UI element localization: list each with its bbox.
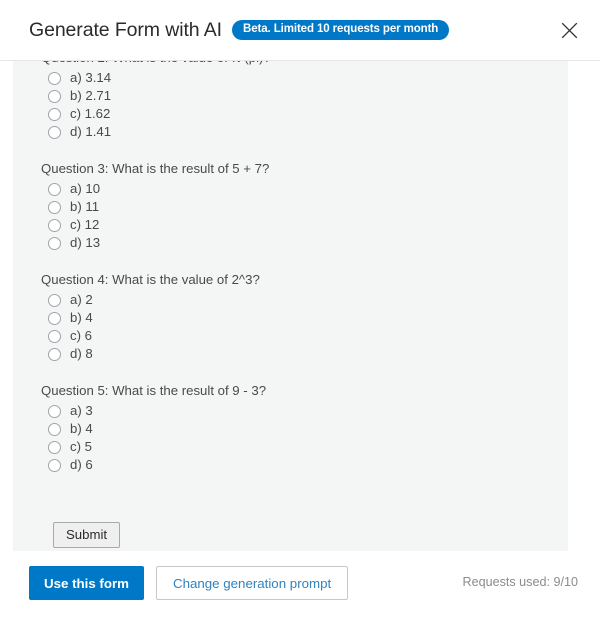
option-row[interactable]: d) 8 [41,345,568,363]
radio-button[interactable] [48,182,61,196]
radio-button[interactable] [48,89,61,103]
option-label: a) 2 [70,292,93,307]
generated-form: Question 2: What is the value of π (pi)?… [13,61,568,548]
radio-button[interactable] [48,293,61,307]
option-label: d) 6 [70,457,93,472]
option-row[interactable]: a) 10 [41,180,568,198]
option-label: c) 5 [70,439,92,454]
close-icon [561,22,578,39]
question-block: Question 5: What is the result of 9 - 3?… [41,383,568,474]
option-row[interactable]: b) 4 [41,309,568,327]
radio-button[interactable] [48,71,61,85]
radio-button[interactable] [48,311,61,325]
question-text: Question 4: What is the value of 2^3? [41,272,260,287]
option-row[interactable]: b) 2.71 [41,87,568,105]
radio-button[interactable] [48,422,61,436]
question-block: Question 3: What is the result of 5 + 7?… [41,161,568,252]
dialog-title: Generate Form with AI [29,18,222,41]
radio-button[interactable] [48,440,61,454]
option-row[interactable]: b) 11 [41,198,568,216]
radio-button[interactable] [48,404,61,418]
option-row[interactable]: c) 1.62 [41,105,568,123]
option-row[interactable]: c) 6 [41,327,568,345]
option-row[interactable]: c) 12 [41,216,568,234]
option-label: b) 4 [70,310,93,325]
option-row[interactable]: a) 2 [41,291,568,309]
option-row[interactable]: d) 13 [41,234,568,252]
option-label: c) 1.62 [70,106,111,121]
beta-limit-badge: Beta. Limited 10 requests per month [231,20,450,40]
question-text: Question 3: What is the result of 5 + 7? [41,161,270,176]
option-row[interactable]: d) 1.41 [41,123,568,141]
option-label: b) 4 [70,421,93,436]
radio-button[interactable] [48,218,61,232]
question-block: Question 2: What is the value of π (pi)?… [41,61,568,141]
option-row[interactable]: a) 3 [41,402,568,420]
option-label: d) 8 [70,346,93,361]
option-label: b) 11 [70,199,100,214]
form-preview-scroll-area[interactable]: Question 2: What is the value of π (pi)?… [0,61,600,551]
option-label: b) 2.71 [70,88,112,103]
radio-button[interactable] [48,347,61,361]
radio-button[interactable] [48,236,61,250]
radio-button[interactable] [48,329,61,343]
option-label: a) 3 [70,403,93,418]
option-row[interactable]: d) 6 [41,456,568,474]
dialog-header: Generate Form with AI Beta. Limited 10 r… [0,0,600,61]
option-label: c) 6 [70,328,92,343]
option-row[interactable]: b) 4 [41,420,568,438]
submit-button[interactable]: Submit [53,522,121,548]
dialog-footer: Use this form Change generation prompt R… [0,551,600,628]
option-label: d) 1.41 [70,124,112,139]
question-text: Question 2: What is the value of π (pi)? [41,61,568,66]
change-generation-prompt-button[interactable]: Change generation prompt [155,566,349,600]
option-label: c) 12 [70,217,100,232]
option-row[interactable]: a) 3.14 [41,69,568,87]
question-block: Question 4: What is the value of 2^3? a)… [41,272,568,363]
radio-button[interactable] [48,458,61,472]
option-label: d) 13 [70,235,101,250]
question-text: Question 5: What is the result of 9 - 3? [41,383,267,398]
use-this-form-button[interactable]: Use this form [29,566,144,600]
option-row[interactable]: c) 5 [41,438,568,456]
close-button[interactable] [552,13,586,47]
radio-button[interactable] [48,200,61,214]
option-label: a) 10 [70,181,101,196]
radio-button[interactable] [48,125,61,139]
form-preview-panel: Question 2: What is the value of π (pi)?… [13,61,568,551]
requests-used-counter: Requests used: 9/10 [462,575,578,589]
generate-form-with-ai-dialog: Generate Form with AI Beta. Limited 10 r… [0,0,600,628]
radio-button[interactable] [48,107,61,121]
option-label: a) 3.14 [70,70,112,85]
